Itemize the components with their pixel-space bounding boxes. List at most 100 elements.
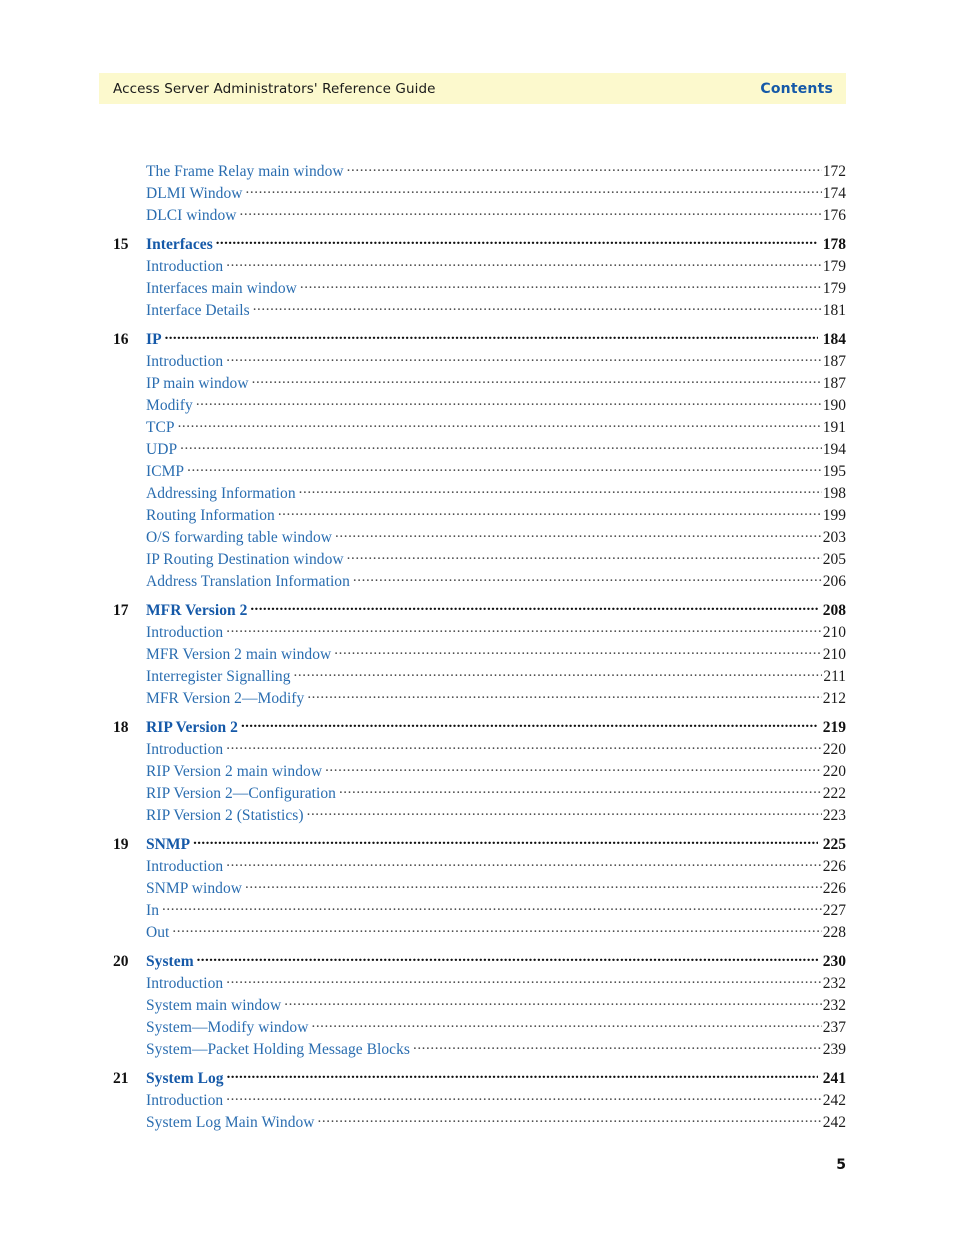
- toc-entry-page-number[interactable]: 203: [823, 529, 846, 547]
- toc-entry-label[interactable]: RIP Version 2 main window: [146, 763, 322, 781]
- toc-entry-label[interactable]: SNMP: [146, 836, 190, 854]
- toc-entry-label[interactable]: Introduction: [146, 258, 223, 276]
- toc-entry-label[interactable]: Introduction: [146, 741, 223, 759]
- toc-entry-label[interactable]: Routing Information: [146, 507, 275, 525]
- toc-entry-label[interactable]: Introduction: [146, 975, 223, 993]
- toc-entry-label[interactable]: System—Modify window: [146, 1019, 308, 1037]
- toc-entry-label[interactable]: RIP Version 2—Configuration: [146, 785, 336, 803]
- toc-entry-page-number[interactable]: 174: [823, 185, 846, 203]
- toc-entry-label[interactable]: MFR Version 2—Modify: [146, 690, 304, 708]
- toc-entry-page-number[interactable]: 208: [819, 602, 846, 620]
- toc-entry-label[interactable]: System Log Main Window: [146, 1114, 315, 1132]
- toc-entry-page-number[interactable]: 206: [823, 573, 846, 591]
- toc-entry-label[interactable]: In: [146, 902, 159, 920]
- toc-entry-page-number[interactable]: 220: [823, 741, 846, 759]
- toc-entry-page-number[interactable]: 226: [823, 858, 846, 876]
- toc-entry-row[interactable]: Interregister Signalling 211: [0, 665, 954, 687]
- toc-entry-page-number[interactable]: 228: [823, 924, 846, 942]
- toc-entry-label[interactable]: Interface Details: [146, 302, 250, 320]
- toc-entry-page-number[interactable]: 227: [823, 902, 846, 920]
- toc-entry-page-number[interactable]: 219: [819, 719, 846, 737]
- toc-entry-row[interactable]: Interfaces main window 179: [0, 277, 954, 299]
- toc-chapter-row[interactable]: 21 System Log 241: [0, 1067, 954, 1089]
- toc-entry-page-number[interactable]: 210: [823, 646, 846, 664]
- toc-entry-label[interactable]: Introduction: [146, 353, 223, 371]
- toc-entry-row[interactable]: Introduction 220: [0, 738, 954, 760]
- toc-entry-page-number[interactable]: 178: [819, 236, 846, 254]
- toc-entry-page-number[interactable]: 191: [823, 419, 846, 437]
- toc-chapter-row[interactable]: 18 RIP Version 2 219: [0, 716, 954, 738]
- toc-entry-row[interactable]: DLMI Window 174: [0, 182, 954, 204]
- toc-entry-row[interactable]: Address Translation Information 206: [0, 570, 954, 592]
- toc-entry-label[interactable]: DLCI window: [146, 207, 237, 225]
- toc-entry-page-number[interactable]: 190: [823, 397, 846, 415]
- toc-entry-row[interactable]: Routing Information 199: [0, 504, 954, 526]
- toc-entry-page-number[interactable]: 242: [823, 1092, 846, 1110]
- toc-entry-label[interactable]: MFR Version 2 main window: [146, 646, 331, 664]
- toc-entry-row[interactable]: O/S forwarding table window 203: [0, 526, 954, 548]
- toc-chapter-row[interactable]: 19 SNMP 225: [0, 833, 954, 855]
- toc-entry-page-number[interactable]: 230: [819, 953, 846, 971]
- toc-entry-page-number[interactable]: 242: [823, 1114, 846, 1132]
- toc-entry-row[interactable]: Addressing Information 198: [0, 482, 954, 504]
- toc-entry-label[interactable]: Introduction: [146, 858, 223, 876]
- toc-entry-page-number[interactable]: 220: [823, 763, 846, 781]
- toc-entry-label[interactable]: DLMI Window: [146, 185, 243, 203]
- toc-entry-row[interactable]: Introduction 179: [0, 255, 954, 277]
- toc-entry-row[interactable]: Introduction 210: [0, 621, 954, 643]
- toc-entry-page-number[interactable]: 237: [823, 1019, 846, 1037]
- toc-entry-label[interactable]: Introduction: [146, 624, 223, 642]
- toc-entry-label[interactable]: TCP: [146, 419, 175, 437]
- toc-chapter-row[interactable]: 20 System 230: [0, 950, 954, 972]
- toc-entry-row[interactable]: IP main window 187: [0, 372, 954, 394]
- toc-entry-page-number[interactable]: 205: [823, 551, 846, 569]
- toc-entry-label[interactable]: Out: [146, 924, 169, 942]
- toc-entry-row[interactable]: The Frame Relay main window 172: [0, 160, 954, 182]
- toc-entry-page-number[interactable]: 187: [823, 353, 846, 371]
- toc-entry-page-number[interactable]: 241: [819, 1070, 846, 1088]
- toc-entry-row[interactable]: IP Routing Destination window 205: [0, 548, 954, 570]
- toc-entry-page-number[interactable]: 187: [823, 375, 846, 393]
- toc-entry-label[interactable]: SNMP window: [146, 880, 242, 898]
- toc-entry-page-number[interactable]: 184: [819, 331, 846, 349]
- toc-entry-page-number[interactable]: 198: [823, 485, 846, 503]
- toc-entry-label[interactable]: RIP Version 2 (Statistics): [146, 807, 304, 825]
- toc-entry-row[interactable]: Introduction 242: [0, 1089, 954, 1111]
- toc-entry-row[interactable]: RIP Version 2—Configuration 222: [0, 782, 954, 804]
- toc-entry-page-number[interactable]: 194: [823, 441, 846, 459]
- toc-entry-label[interactable]: Introduction: [146, 1092, 223, 1110]
- toc-entry-label[interactable]: O/S forwarding table window: [146, 529, 332, 547]
- toc-entry-page-number[interactable]: 181: [823, 302, 846, 320]
- toc-entry-page-number[interactable]: 225: [819, 836, 846, 854]
- toc-entry-page-number[interactable]: 226: [823, 880, 846, 898]
- toc-entry-label[interactable]: RIP Version 2: [146, 719, 238, 737]
- toc-entry-label[interactable]: IP main window: [146, 375, 249, 393]
- toc-entry-row[interactable]: Introduction 187: [0, 350, 954, 372]
- toc-entry-label[interactable]: Modify: [146, 397, 193, 415]
- toc-entry-label[interactable]: The Frame Relay main window: [146, 163, 344, 181]
- toc-entry-row[interactable]: DLCI window 176: [0, 204, 954, 226]
- toc-entry-page-number[interactable]: 179: [823, 280, 846, 298]
- toc-entry-row[interactable]: RIP Version 2 main window 220: [0, 760, 954, 782]
- toc-entry-label[interactable]: Addressing Information: [146, 485, 296, 503]
- toc-entry-label[interactable]: Interfaces main window: [146, 280, 297, 298]
- toc-entry-row[interactable]: MFR Version 2—Modify 212: [0, 687, 954, 709]
- toc-entry-label[interactable]: UDP: [146, 441, 177, 459]
- toc-entry-label[interactable]: IP Routing Destination window: [146, 551, 344, 569]
- toc-entry-page-number[interactable]: 212: [823, 690, 846, 708]
- toc-entry-row[interactable]: System Log Main Window 242: [0, 1111, 954, 1133]
- toc-chapter-row[interactable]: 17 MFR Version 2 208: [0, 599, 954, 621]
- toc-entry-page-number[interactable]: 223: [823, 807, 846, 825]
- toc-entry-row[interactable]: System—Modify window 237: [0, 1016, 954, 1038]
- toc-entry-label[interactable]: System—Packet Holding Message Blocks: [146, 1041, 410, 1059]
- toc-entry-row[interactable]: Introduction 232: [0, 972, 954, 994]
- toc-entry-page-number[interactable]: 195: [823, 463, 846, 481]
- toc-entry-row[interactable]: ICMP 195: [0, 460, 954, 482]
- toc-entry-label[interactable]: Interregister Signalling: [146, 668, 291, 686]
- toc-entry-label[interactable]: ICMP: [146, 463, 184, 481]
- toc-entry-row[interactable]: System main window 232: [0, 994, 954, 1016]
- toc-chapter-row[interactable]: 16 IP 184: [0, 328, 954, 350]
- toc-entry-page-number[interactable]: 210: [823, 624, 846, 642]
- toc-entry-row[interactable]: MFR Version 2 main window 210: [0, 643, 954, 665]
- toc-entry-page-number[interactable]: 199: [823, 507, 846, 525]
